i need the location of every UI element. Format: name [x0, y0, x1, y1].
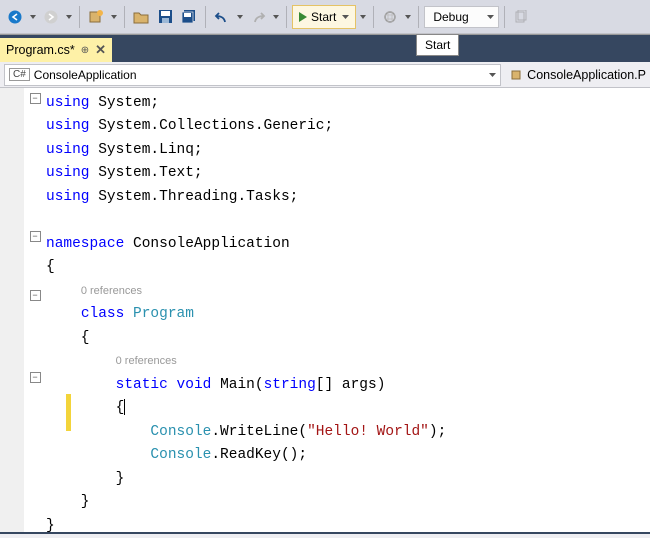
- navigation-bar: C# ConsoleApplication ConsoleApplication…: [0, 62, 650, 88]
- back-button[interactable]: [4, 6, 26, 28]
- outline-toggle[interactable]: −: [30, 290, 41, 301]
- back-dropdown[interactable]: [28, 15, 38, 19]
- scope-combo[interactable]: C# ConsoleApplication: [4, 64, 501, 86]
- toolbar-separator: [418, 6, 419, 28]
- class-icon: [509, 68, 523, 82]
- codelens[interactable]: 0 references: [116, 355, 177, 367]
- tab-filename: Program.cs*: [6, 43, 75, 57]
- outline-toggle[interactable]: −: [30, 93, 41, 104]
- text-caret: [124, 399, 125, 415]
- toolbar-separator: [205, 6, 206, 28]
- change-indicator: [66, 394, 71, 431]
- main-toolbar: Start Debug Start: [0, 0, 650, 34]
- member-value: ConsoleApplication.P: [527, 68, 646, 82]
- forward-dropdown[interactable]: [64, 15, 74, 19]
- config-combo[interactable]: Debug: [424, 6, 498, 28]
- redo-dropdown[interactable]: [271, 15, 281, 19]
- codelens[interactable]: 0 references: [81, 285, 142, 297]
- forward-button[interactable]: [40, 6, 62, 28]
- member-combo[interactable]: ConsoleApplication.P: [505, 64, 646, 86]
- close-icon[interactable]: ✕: [95, 42, 106, 58]
- save-icon[interactable]: [154, 6, 176, 28]
- document-tabstrip: Program.cs* ⊕ ✕: [0, 34, 650, 62]
- toolbar-separator: [504, 6, 505, 28]
- document-tab[interactable]: Program.cs* ⊕ ✕: [0, 38, 112, 62]
- code-content[interactable]: using System; using System.Collections.G…: [46, 88, 650, 532]
- pin-icon[interactable]: ⊕: [81, 45, 89, 56]
- start-label: Start: [311, 10, 336, 24]
- outline-toggle[interactable]: −: [30, 231, 41, 242]
- outline-toggle[interactable]: −: [30, 372, 41, 383]
- toolbar-separator: [124, 6, 125, 28]
- toolbar-separator: [286, 6, 287, 28]
- start-tooltip: Start: [416, 34, 459, 56]
- play-icon: [299, 12, 307, 22]
- toolbar-separator: [373, 6, 374, 28]
- toolbar-separator: [79, 6, 80, 28]
- code-editor[interactable]: − − − − using System; using System.Colle…: [0, 88, 650, 534]
- csharp-badge: C#: [9, 68, 30, 81]
- outline-column: − − − −: [24, 88, 46, 532]
- new-project-icon[interactable]: [85, 6, 107, 28]
- start-button[interactable]: Start: [292, 5, 356, 29]
- find-in-files-icon[interactable]: [510, 6, 532, 28]
- editor-gutter: [0, 88, 24, 532]
- browser-link-dropdown[interactable]: [403, 15, 413, 19]
- undo-dropdown[interactable]: [235, 15, 245, 19]
- browser-link-icon[interactable]: [379, 6, 401, 28]
- undo-icon[interactable]: [211, 6, 233, 28]
- open-file-icon[interactable]: [130, 6, 152, 28]
- start-dropdown[interactable]: [358, 15, 368, 19]
- redo-icon[interactable]: [247, 6, 269, 28]
- new-project-dropdown[interactable]: [109, 15, 119, 19]
- config-value: Debug: [433, 10, 468, 24]
- scope-value: ConsoleApplication: [34, 68, 485, 82]
- save-all-icon[interactable]: [178, 6, 200, 28]
